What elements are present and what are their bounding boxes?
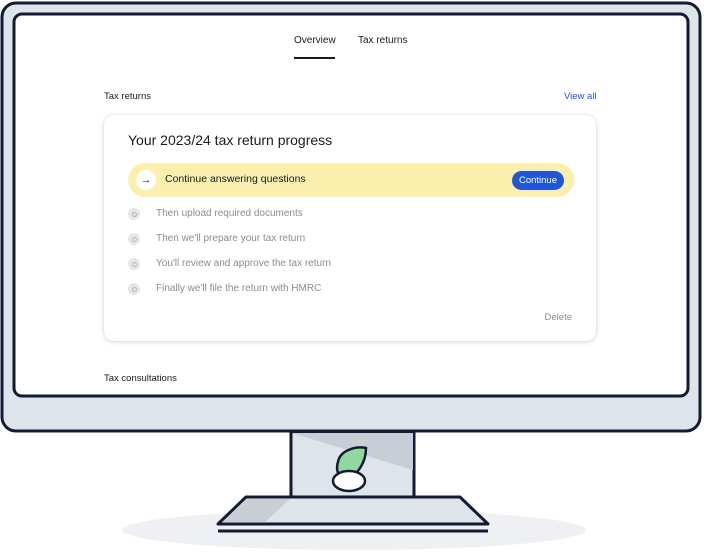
tab-overview[interactable]: Overview	[294, 35, 336, 46]
step-label: You'll review and approve the tax return	[156, 258, 331, 269]
tab-tax-returns[interactable]: Tax returns	[358, 35, 407, 46]
tax-returns-heading: Tax returns	[104, 91, 151, 102]
pending-step-icon	[128, 283, 140, 295]
active-step-continue-answering[interactable]: → Continue answering questions Continue	[128, 163, 574, 197]
active-step-label: Continue answering questions	[165, 173, 306, 185]
tab-overview-underline	[294, 57, 335, 59]
tax-return-progress-card: Your 2023/24 tax return progress → Conti…	[104, 115, 596, 341]
step-label: Then upload required documents	[156, 208, 303, 219]
delete-link[interactable]: Delete	[545, 312, 572, 323]
tax-consultations-heading: Tax consultations	[104, 373, 177, 384]
arrow-right-icon: →	[136, 170, 156, 190]
pending-step-icon	[128, 208, 140, 220]
app-screen: Overview Tax returns Tax returns View al…	[18, 19, 684, 392]
step-label: Finally we'll file the return with HMRC	[156, 283, 322, 294]
pending-step-icon	[128, 233, 140, 245]
pending-step-icon	[128, 258, 140, 270]
continue-button[interactable]: Continue	[511, 171, 564, 190]
card-title: Your 2023/24 tax return progress	[128, 132, 333, 148]
view-all-link[interactable]: View all	[564, 91, 597, 102]
step-label: Then we'll prepare your tax return	[156, 233, 306, 244]
